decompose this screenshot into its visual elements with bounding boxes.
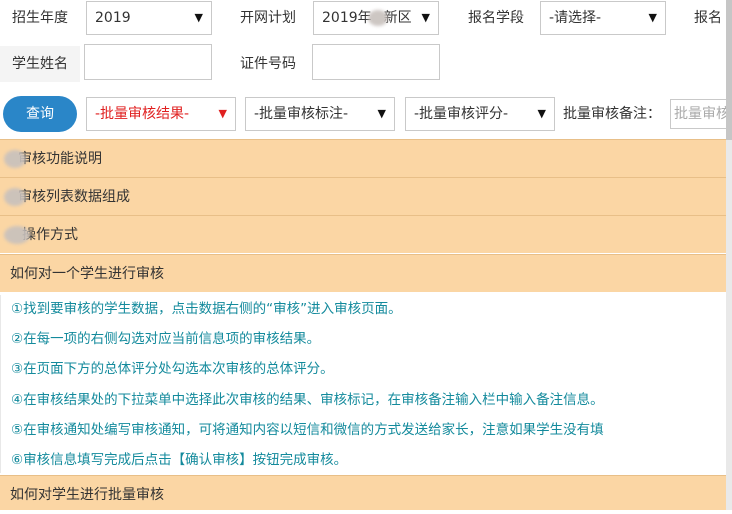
help-section-2[interactable]: 审核列表数据组成 [0, 177, 726, 215]
batch-result-select[interactable]: -批量审核结果- ▼ [86, 97, 236, 131]
redaction-blur [367, 10, 388, 26]
help-section-4-content: ①找到要审核的学生数据，点击数据右侧的“审核”进入审核页面。 ②在每一项的右侧勾… [0, 295, 727, 473]
enroll-year-label: 招生年度 [12, 10, 68, 26]
student-name-label: 学生姓名 [12, 56, 68, 72]
help-section-title: 操作方式 [22, 227, 78, 243]
triangle-down-icon: ▼ [537, 107, 546, 120]
triangle-down-icon: ▼ [377, 107, 386, 120]
plan-value: 2019年 [322, 10, 372, 26]
batch-result-value: -批量审核结果- [95, 106, 190, 122]
enroll-year-select[interactable]: 2019 ▼ [86, 1, 212, 35]
student-name-input[interactable] [84, 44, 212, 80]
stage-value: -请选择- [549, 10, 602, 26]
plan-select[interactable]: 2019年 新区 ▼ [313, 1, 439, 35]
batch-note-input[interactable]: 批量审核 [670, 99, 732, 129]
help-step: ①找到要审核的学生数据，点击数据右侧的“审核”进入审核页面。 [11, 301, 402, 317]
help-section-1[interactable]: 审核功能说明 [0, 139, 726, 177]
query-button[interactable]: 查询 [3, 96, 77, 132]
help-section-4[interactable]: 如何对一个学生进行审核 [0, 254, 726, 292]
help-section-3[interactable]: 操作方式 [0, 215, 726, 253]
help-section-title: 如何对学生进行批量审核 [10, 487, 164, 503]
id-number-input[interactable] [312, 44, 440, 80]
id-number-label: 证件号码 [240, 56, 296, 72]
help-step: ③在页面下方的总体评分处勾选本次审核的总体评分。 [11, 361, 334, 377]
help-section-title: 审核列表数据组成 [18, 189, 130, 205]
batch-note-label: 批量审核备注： [563, 106, 661, 122]
triangle-down-icon: ▼ [194, 11, 203, 24]
help-step: ⑤在审核通知处编写审核通知，可将通知内容以短信和微信的方式发送给家长，注意如果学… [11, 422, 604, 438]
batch-score-value: -批量审核评分- [414, 106, 509, 122]
partial-filter-label: 报名 [694, 10, 722, 26]
triangle-down-icon: ▼ [218, 107, 227, 120]
help-section-title: 如何对一个学生进行审核 [10, 266, 164, 282]
plan-value-suffix: 新区 [383, 10, 412, 26]
enroll-year-value: 2019 [95, 10, 131, 26]
batch-mark-select[interactable]: -批量审核标注- ▼ [245, 97, 395, 131]
stage-select[interactable]: -请选择- ▼ [540, 1, 666, 35]
plan-label: 开网计划 [240, 10, 296, 26]
redaction-blur [4, 150, 26, 168]
redaction-blur [4, 226, 30, 244]
help-step: ④在审核结果处的下拉菜单中选择此次审核的结果、审核标记，在审核备注输入栏中输入备… [11, 392, 604, 408]
triangle-down-icon: ▼ [421, 11, 430, 24]
help-section-title: 审核功能说明 [18, 151, 102, 167]
help-section-5[interactable]: 如何对学生进行批量审核 [0, 475, 726, 510]
batch-mark-value: -批量审核标注- [254, 106, 349, 122]
triangle-down-icon: ▼ [648, 11, 657, 24]
help-step: ⑥审核信息填写完成后点击【确认审核】按钮完成审核。 [11, 452, 348, 468]
page-scrollbar[interactable] [726, 0, 732, 510]
stage-label: 报名学段 [468, 10, 524, 26]
help-step: ②在每一项的右侧勾选对应当前信息项的审核结果。 [11, 331, 321, 347]
redaction-blur [4, 188, 26, 206]
batch-score-select[interactable]: -批量审核评分- ▼ [405, 97, 555, 131]
scrollbar-thumb[interactable] [726, 0, 732, 140]
